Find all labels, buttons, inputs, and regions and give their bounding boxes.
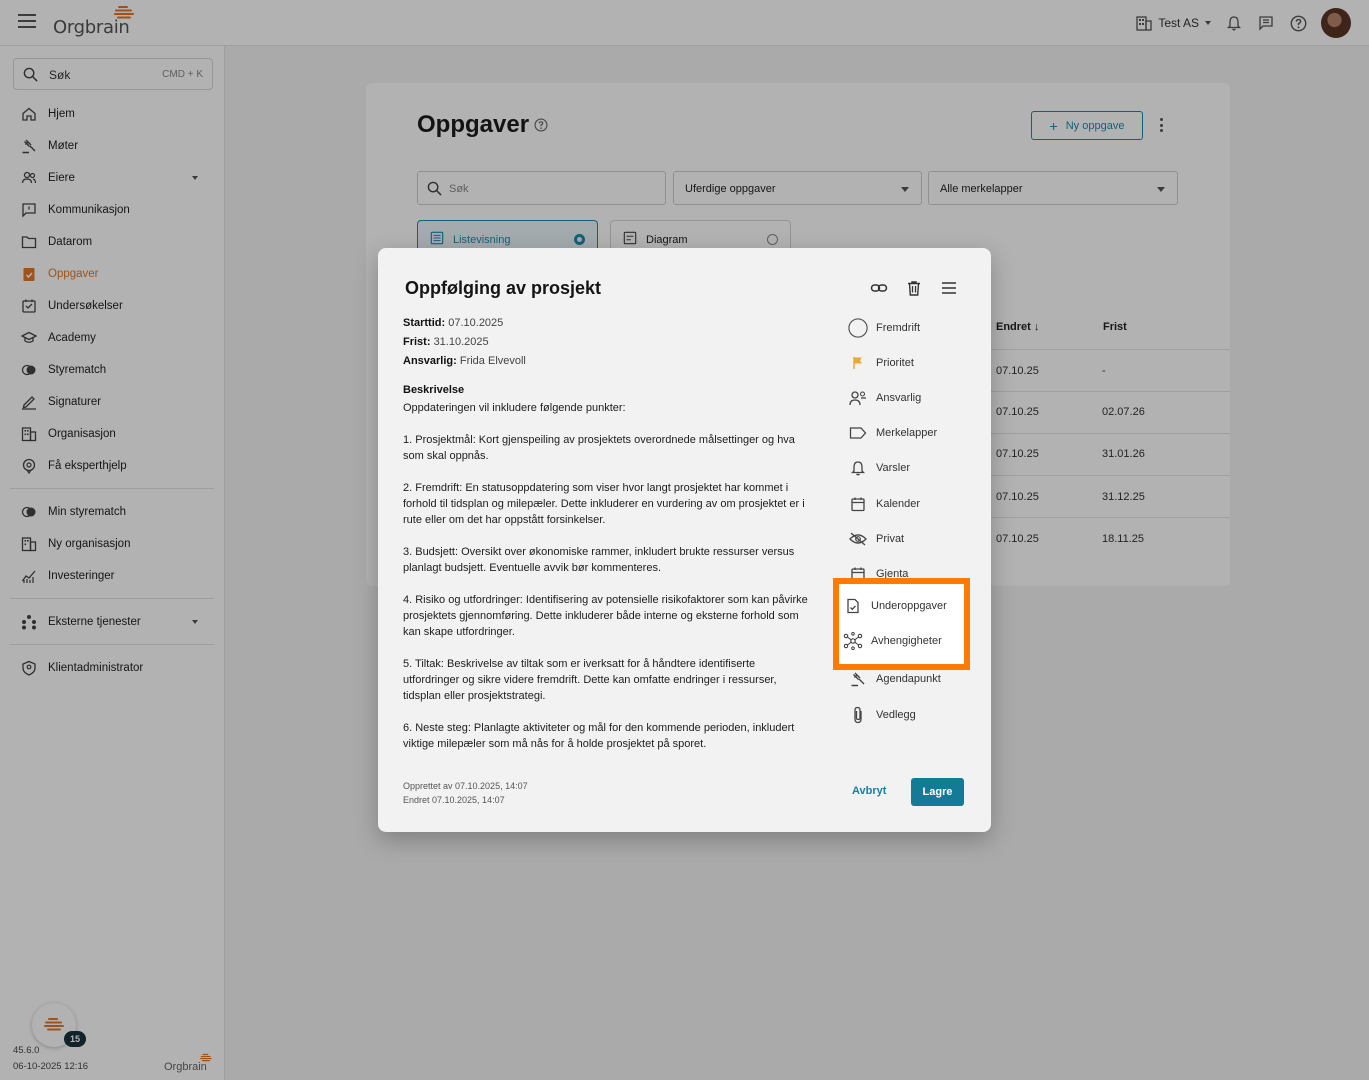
action-vedlegg[interactable]: Vedlegg <box>848 697 978 732</box>
description-heading: Beskrivelse <box>403 384 465 396</box>
description-point: 1. Prosjektmål: Kort gjenspeiling av pro… <box>403 434 795 462</box>
action-merkelapper[interactable]: Merkelapper <box>848 416 978 451</box>
description-point: 2. Fremdrift: En statusoppdatering som v… <box>403 482 805 526</box>
subtask-icon <box>843 596 863 616</box>
dialog-title: Oppfølging av prosjekt <box>405 278 602 298</box>
progress-circle-icon <box>848 317 868 338</box>
description-point: 4. Risiko og utfordringer: Identifiserin… <box>403 594 808 638</box>
trash-icon[interactable] <box>905 279 923 297</box>
created-info: Opprettet av 07.10.2025, 14:07 <box>403 781 528 791</box>
action-varsler[interactable]: Varsler <box>848 451 978 486</box>
action-avhengigheter[interactable]: Avhengigheter <box>843 623 960 658</box>
action-ansvarlig[interactable]: Ansvarlig <box>848 380 978 415</box>
description-point: 5. Tiltak: Beskrivelse av tiltak som er … <box>403 658 777 702</box>
changed-info: Endret 07.10.2025, 14:07 <box>403 795 505 805</box>
action-kalender[interactable]: Kalender <box>848 486 978 521</box>
action-prioritet[interactable]: Prioritet <box>848 345 978 380</box>
label-icon <box>848 423 868 443</box>
action-label: Ansvarlig <box>876 391 922 404</box>
start-date: Starttid: 07.10.2025 <box>403 317 504 329</box>
action-label: Merkelapper <box>876 427 938 440</box>
highlight-box: Underoppgaver Avhengigheter <box>833 578 970 670</box>
action-label: Privat <box>876 532 905 545</box>
action-underoppgaver[interactable]: Underoppgaver <box>843 588 960 623</box>
action-privat[interactable]: Privat <box>848 521 978 556</box>
save-button[interactable]: Lagre <box>911 778 964 806</box>
task-dialog: Oppfølging av prosjekt Starttid: 07.10.2… <box>378 248 991 832</box>
action-label: Underoppgaver <box>871 599 947 612</box>
action-label: Prioritet <box>876 356 914 369</box>
dependency-icon <box>843 631 863 651</box>
action-label: Fremdrift <box>876 321 920 334</box>
deadline-date: Frist: 31.10.2025 <box>403 336 489 348</box>
description-body: Oppdateringen vil inkludere følgende pun… <box>403 400 808 768</box>
gavel-icon <box>848 669 868 689</box>
paperclip-icon <box>848 705 868 725</box>
eye-off-icon <box>848 529 868 549</box>
action-label: Kalender <box>876 497 921 510</box>
action-label: Avhengigheter <box>871 634 942 647</box>
cancel-button[interactable]: Avbryt <box>852 785 886 797</box>
menu-icon[interactable] <box>940 279 958 297</box>
audit-info: Opprettet av 07.10.2025, 14:07 Endret 07… <box>403 779 528 807</box>
responsible-person: Ansvarlig: Frida Elvevoll <box>403 355 526 367</box>
description-intro: Oppdateringen vil inkludere følgende pun… <box>403 402 626 414</box>
action-label: Agendapunkt <box>876 673 941 686</box>
action-fremdrift[interactable]: Fremdrift <box>848 310 978 345</box>
action-label: Varsler <box>876 462 911 475</box>
description-point: 3. Budsjett: Oversikt over økonomiske ra… <box>403 546 795 574</box>
action-label: Vedlegg <box>876 708 916 721</box>
description-point: 6. Neste steg: Planlagte aktiviteter og … <box>403 722 795 750</box>
flag-icon <box>848 353 868 373</box>
link-icon[interactable] <box>870 279 888 297</box>
bell-icon <box>848 458 868 478</box>
calendar-icon <box>848 494 868 514</box>
person-add-icon <box>848 388 868 408</box>
